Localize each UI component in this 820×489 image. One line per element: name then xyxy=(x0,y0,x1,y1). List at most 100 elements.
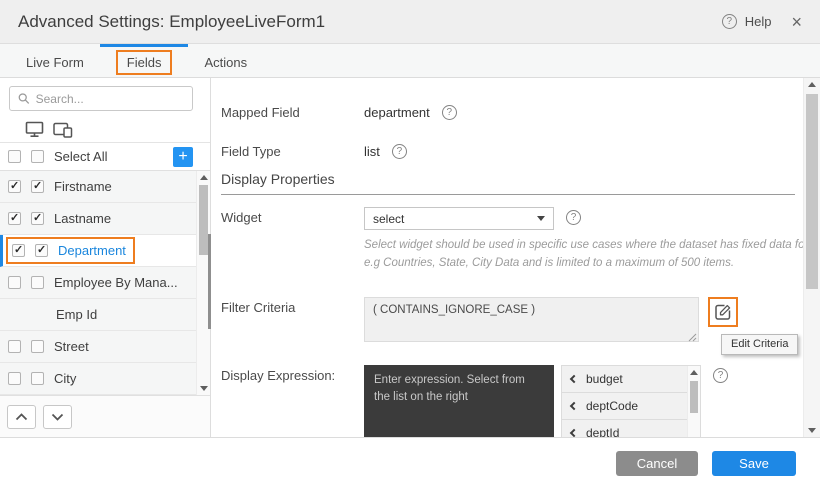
search-input[interactable] xyxy=(36,92,184,106)
field-type-label: Field Type xyxy=(221,141,364,159)
device-toggle-row xyxy=(0,117,210,143)
widget-row: Widget select ? xyxy=(221,207,803,230)
field-label: Department xyxy=(58,243,126,258)
panel-splitter-handle[interactable] xyxy=(208,234,211,329)
chevron-left-icon xyxy=(570,428,578,436)
scroll-up-icon[interactable] xyxy=(808,82,816,87)
title-bar: Advanced Settings: EmployeeLiveForm1 ? H… xyxy=(0,0,820,44)
checkbox-desktop[interactable] xyxy=(12,244,25,257)
tab-live-form[interactable]: Live Form xyxy=(10,44,100,77)
filter-criteria-textarea[interactable]: ( CONTAINS_IGNORE_CASE ) xyxy=(364,297,699,342)
add-field-button[interactable]: + xyxy=(173,147,193,167)
close-icon[interactable]: × xyxy=(791,13,802,31)
expression-option-deptid[interactable]: deptId xyxy=(562,420,687,437)
field-label: Emp Id xyxy=(56,307,97,322)
chevron-left-icon xyxy=(570,374,578,382)
scroll-down-icon[interactable] xyxy=(200,386,208,391)
display-expression-help-icon[interactable]: ? xyxy=(713,368,728,383)
field-type-help-icon[interactable]: ? xyxy=(392,144,407,159)
tab-fields[interactable]: Fields xyxy=(100,44,189,77)
mobile-devices-icon[interactable] xyxy=(53,122,73,138)
widget-select[interactable]: select xyxy=(364,207,554,230)
dialog-title: Advanced Settings: EmployeeLiveForm1 xyxy=(18,12,325,32)
mapped-field-help-icon[interactable]: ? xyxy=(442,105,457,120)
filter-criteria-row: Filter Criteria ( CONTAINS_IGNORE_CASE ) xyxy=(221,297,803,347)
edit-criteria-button[interactable] xyxy=(711,300,735,324)
scroll-up-icon[interactable] xyxy=(690,370,698,375)
field-label: Street xyxy=(54,339,89,354)
filter-criteria-label: Filter Criteria xyxy=(221,297,364,315)
select-all-row[interactable]: Select All + xyxy=(0,143,210,171)
field-row-lastname[interactable]: Lastname xyxy=(0,203,196,235)
dialog-footer: Cancel Save xyxy=(0,437,820,488)
desktop-icon[interactable] xyxy=(25,121,44,138)
tab-fields-label: Fields xyxy=(127,55,162,70)
option-label: budget xyxy=(586,372,623,386)
main-panel-scrollbar[interactable] xyxy=(803,78,820,437)
mapped-field-label: Mapped Field xyxy=(221,102,364,120)
field-type-value: list xyxy=(364,141,380,159)
scrollbar-thumb[interactable] xyxy=(199,185,208,255)
display-expression-label: Display Expression: xyxy=(221,365,364,383)
field-row-emp-id[interactable]: Emp Id xyxy=(0,299,196,331)
checkbox-mobile[interactable] xyxy=(35,244,48,257)
mapped-field-value: department xyxy=(364,102,430,120)
tab-actions[interactable]: Actions xyxy=(188,44,263,77)
widget-label: Widget xyxy=(221,207,364,225)
checkbox-desktop[interactable] xyxy=(8,212,21,225)
search-icon xyxy=(18,92,30,105)
field-row-department[interactable]: Department xyxy=(0,235,196,267)
expression-option-budget[interactable]: budget xyxy=(562,366,687,393)
field-row-street[interactable]: Street xyxy=(0,331,196,363)
field-properties-panel: Mapped Field department ? Field Type lis… xyxy=(211,78,820,437)
scroll-down-icon[interactable] xyxy=(808,428,816,433)
expression-option-deptcode[interactable]: deptCode xyxy=(562,393,687,420)
checkbox-mobile[interactable] xyxy=(31,180,44,193)
help-icon[interactable]: ? xyxy=(722,14,737,29)
scrollbar-thumb[interactable] xyxy=(690,381,698,413)
cancel-button[interactable]: Cancel xyxy=(616,451,698,476)
help-label[interactable]: Help xyxy=(745,14,772,29)
field-label: Employee By Mana... xyxy=(54,275,178,290)
field-type-row: Field Type list ? xyxy=(221,141,803,159)
chevron-up-icon xyxy=(15,413,28,421)
checkbox-mobile[interactable] xyxy=(31,276,44,289)
checkbox-mobile[interactable] xyxy=(31,372,44,385)
checkbox-desktop[interactable] xyxy=(8,372,21,385)
select-all-checkbox-desktop[interactable] xyxy=(8,150,21,163)
checkbox-mobile[interactable] xyxy=(31,212,44,225)
checkbox-desktop[interactable] xyxy=(8,180,21,193)
checkbox-mobile[interactable] xyxy=(31,340,44,353)
field-label: Lastname xyxy=(54,211,111,226)
scrollbar-thumb[interactable] xyxy=(806,94,818,289)
fields-tab-highlight-box: Fields xyxy=(116,50,173,75)
tab-live-form-label: Live Form xyxy=(26,55,84,70)
widget-help-icon[interactable]: ? xyxy=(566,210,581,225)
scroll-up-icon[interactable] xyxy=(200,175,208,180)
mapped-field-row: Mapped Field department ? xyxy=(221,102,803,120)
search-box xyxy=(9,86,193,111)
fields-sidebar: Select All + Firstname Lastname xyxy=(0,78,211,437)
expression-list-scrollbar[interactable] xyxy=(687,366,700,437)
checkbox-desktop[interactable] xyxy=(8,276,21,289)
field-label: Firstname xyxy=(54,179,112,194)
move-down-button[interactable] xyxy=(43,405,72,429)
move-up-button[interactable] xyxy=(7,405,36,429)
field-row-firstname[interactable]: Firstname xyxy=(0,171,196,203)
field-row-employee-by-manager[interactable]: Employee By Mana... xyxy=(0,267,196,299)
display-expression-row: Display Expression: budget xyxy=(221,365,803,437)
save-button[interactable]: Save xyxy=(712,451,796,476)
field-label: City xyxy=(54,371,76,386)
checkbox-desktop[interactable] xyxy=(8,340,21,353)
field-row-city[interactable]: City xyxy=(0,363,196,395)
content-area: Select All + Firstname Lastname xyxy=(0,78,820,437)
widget-hint-text: Select widget should be used in specific… xyxy=(364,237,803,273)
tab-actions-label: Actions xyxy=(204,55,247,70)
chevron-left-icon xyxy=(570,401,578,409)
edit-criteria-highlight-box xyxy=(708,297,738,327)
display-expression-textarea[interactable] xyxy=(364,365,554,437)
field-order-controls xyxy=(0,396,210,437)
chevron-down-icon xyxy=(51,413,64,421)
option-label: deptCode xyxy=(586,399,638,413)
select-all-checkbox-mobile[interactable] xyxy=(31,150,44,163)
